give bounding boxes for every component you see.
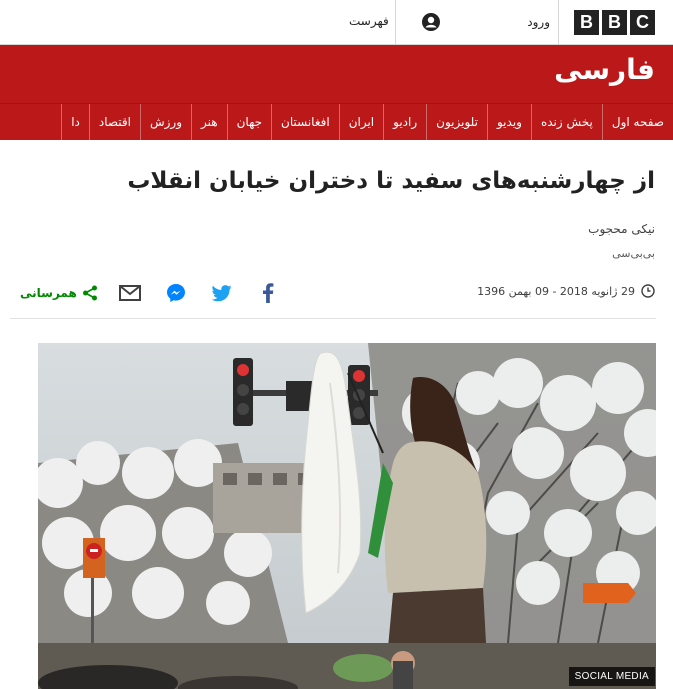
email-icon[interactable]	[118, 282, 141, 304]
twitter-icon[interactable]	[211, 282, 233, 304]
clock-icon	[641, 284, 655, 298]
menu-link[interactable]: فهرست	[349, 14, 389, 28]
article-author: نیکی محجوب	[588, 222, 655, 236]
main-nav: صفحه اول پخش زنده ویدیو تلویزیون رادیو ا…	[0, 103, 673, 140]
bbc-logo[interactable]: B B C	[574, 10, 655, 35]
nav-item-world[interactable]: جهان	[226, 104, 271, 140]
article-headline: از چهارشنبه‌های سفید تا دختران خیابان ان…	[127, 168, 655, 194]
top-bar: B B C ورود فهرست	[0, 0, 673, 45]
article-date: 29 ژانویه 2018 - 09 بهمن 1396	[477, 284, 655, 298]
brand-banner: فارسی	[0, 45, 673, 103]
divider	[395, 0, 396, 44]
nav-item-live[interactable]: پخش زنده	[530, 104, 602, 140]
login-button[interactable]: ورود	[413, 0, 558, 44]
nav-item-economy[interactable]: اقتصاد	[88, 104, 140, 140]
share-button[interactable]: همرسانی	[20, 284, 99, 302]
facebook-icon[interactable]	[257, 282, 279, 304]
divider	[10, 318, 656, 319]
share-label: همرسانی	[20, 286, 77, 300]
nav-item-radio[interactable]: رادیو	[383, 104, 426, 140]
divider	[558, 0, 559, 44]
article-image[interactable]	[38, 343, 656, 689]
nav-item-art[interactable]: هنر	[191, 104, 227, 140]
logo-letter-c: C	[630, 10, 655, 35]
logo-letter-b2: B	[602, 10, 627, 35]
nav-item-video[interactable]: ویدیو	[486, 104, 531, 140]
share-bar: همرسانی	[20, 282, 303, 304]
messenger-icon[interactable]	[165, 282, 187, 304]
brand-title[interactable]: فارسی	[554, 53, 655, 86]
nav-item-tv[interactable]: تلویزیون	[426, 104, 487, 140]
article-source: بی‌بی‌سی	[612, 247, 655, 260]
nav-item-more[interactable]: دا	[61, 104, 89, 140]
nav-item-iran[interactable]: ایران	[338, 104, 383, 140]
user-icon	[422, 13, 440, 31]
article-photo	[38, 343, 656, 689]
image-credit: SOCIAL MEDIA	[568, 667, 655, 686]
login-label: ورود	[527, 15, 550, 29]
nav-item-sport[interactable]: ورزش	[139, 104, 191, 140]
logo-letter-b1: B	[574, 10, 599, 35]
share-icon	[82, 285, 97, 301]
nav-item-afghanistan[interactable]: افغانستان	[271, 104, 339, 140]
date-text: 29 ژانویه 2018 - 09 بهمن 1396	[477, 284, 635, 298]
nav-item-home[interactable]: صفحه اول	[601, 104, 673, 140]
